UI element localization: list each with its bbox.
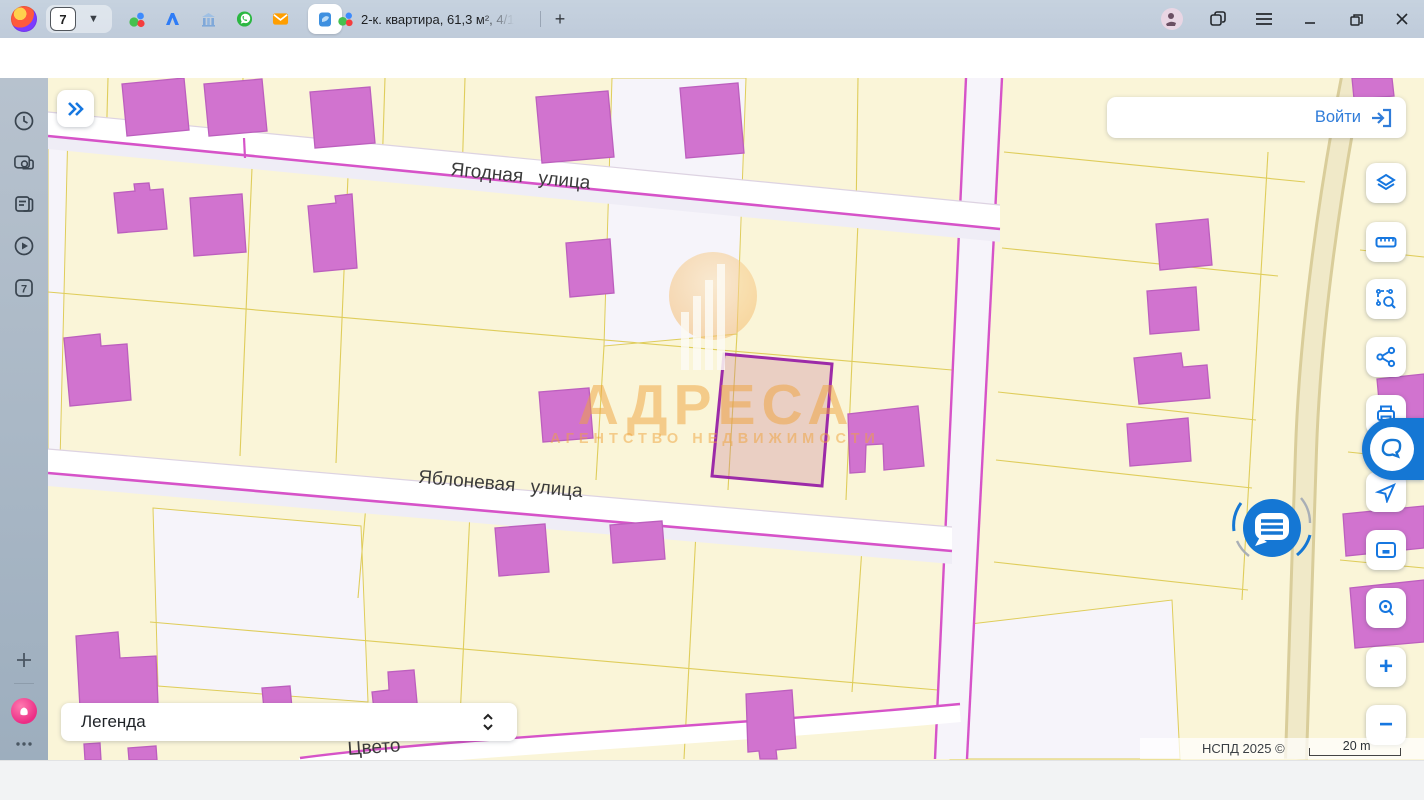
history-icon[interactable] <box>13 110 35 132</box>
watermark-subtitle: АГЕНТСТВО НЕДВИЖИМОСТИ <box>550 431 880 447</box>
measure-button[interactable] <box>1366 222 1406 262</box>
pinned-tab-yandex-services-icon[interactable] <box>128 11 145 28</box>
side-widget-button[interactable] <box>1362 418 1424 480</box>
profile-avatar[interactable] <box>1156 0 1188 38</box>
picture-in-picture-icon <box>1374 538 1398 562</box>
screenshot-icon[interactable] <box>13 152 35 174</box>
chat-arc <box>1301 498 1310 523</box>
new-tab-button[interactable]: + <box>548 7 572 31</box>
tab-group[interactable]: 7 ▼ <box>46 5 112 33</box>
legend-panel[interactable]: Легенда <box>61 703 517 741</box>
pinned-tab-mail-icon[interactable] <box>272 11 289 28</box>
restore-button[interactable] <box>1340 0 1372 38</box>
collapse-expand-icon[interactable] <box>481 710 495 734</box>
scale-bar: 20 m <box>1307 739 1407 758</box>
watermark-title: АДРЕСА <box>578 373 855 437</box>
tab-group-badge[interactable]: 7 <box>50 7 76 31</box>
widget-circle <box>1370 427 1414 471</box>
plus-icon: + <box>1379 653 1393 681</box>
nspd-favicon-icon <box>317 11 334 28</box>
login-panel[interactable]: Войти <box>1107 97 1406 138</box>
sidebar-divider <box>14 683 34 684</box>
browser-toolbar: Я nspd.gov.ru НСПД | Геоинформационный п… <box>0 38 1424 78</box>
minus-icon: − <box>1379 711 1393 739</box>
pinned-tab-a-icon[interactable] <box>164 11 181 28</box>
ruler-icon <box>1374 230 1398 254</box>
add-panel-icon[interactable] <box>13 649 35 671</box>
tab-panel-icon[interactable] <box>1202 0 1234 38</box>
browser-side-panel: 7 <box>0 78 48 760</box>
share-icon <box>1375 346 1397 368</box>
feed-icon[interactable] <box>13 193 35 215</box>
layers-button[interactable] <box>1366 163 1406 203</box>
map-attribution: НСПД 2025 © 20 m <box>1140 738 1424 759</box>
browser-logo-icon[interactable] <box>11 6 37 32</box>
login-icon <box>1370 108 1392 128</box>
alice-assistant-icon[interactable] <box>11 698 37 724</box>
map-viewport[interactable]: АДРЕСА АГЕНТСТВО НЕДВИЖИМОСТИ Ягодная ул… <box>48 78 1424 760</box>
svg-text:7: 7 <box>21 284 27 296</box>
chat-arc <box>1234 503 1241 531</box>
attribution-text: НСПД 2025 © <box>1202 741 1285 756</box>
layers-icon <box>1374 171 1398 195</box>
sidebar-more-icon[interactable] <box>13 733 35 755</box>
area-search-button[interactable] <box>1366 279 1406 319</box>
menu-icon[interactable] <box>1248 0 1280 38</box>
search-on-map-button[interactable] <box>1366 588 1406 628</box>
video-icon[interactable] <box>13 235 35 257</box>
windows-taskbar: Y РУС 10:49 04.07.2025 4 <box>0 760 1424 800</box>
scale-bracket <box>1309 748 1401 756</box>
browser-tab-bar: 7 ▼ 2-к. квартира, 61,3 <box>0 0 1424 38</box>
chevron-down-icon[interactable]: ▼ <box>88 13 99 25</box>
pinned-tab-whatsapp-icon[interactable] <box>236 11 253 28</box>
login-label: Войти <box>1315 108 1361 127</box>
zoom-in-button[interactable]: + <box>1366 647 1406 687</box>
pinned-tab-building-icon[interactable] <box>200 11 217 28</box>
navigate-arrow-icon <box>1375 481 1397 503</box>
tab-separator <box>540 11 541 27</box>
tab-apartment-listing[interactable]: 2-к. квартира, 61,3 м², 4/1 <box>337 0 514 38</box>
yandex-search-favicon-icon <box>337 11 353 27</box>
legend-label: Легенда <box>81 712 146 732</box>
chat-arc <box>1237 541 1249 556</box>
tab-title: 2-к. квартира, 61,3 м², 4/1 <box>361 12 514 27</box>
select-search-icon <box>1374 287 1398 311</box>
seven-apps-icon[interactable]: 7 <box>13 277 35 299</box>
expand-panel-button[interactable] <box>57 90 94 127</box>
map-canvas[interactable]: АДРЕСА АГЕНТСТВО НЕДВИЖИМОСТИ Ягодная ул… <box>48 78 1424 760</box>
close-button[interactable] <box>1386 0 1418 38</box>
desktop: 7 ▼ 2-к. квартира, 61,3 <box>0 0 1424 800</box>
minimize-button[interactable] <box>1294 0 1326 38</box>
locate-search-icon <box>1374 596 1398 620</box>
chat-widget[interactable] <box>1227 483 1317 573</box>
mini-map-button[interactable] <box>1366 530 1406 570</box>
share-button[interactable] <box>1366 337 1406 377</box>
widget-glyph-icon <box>1377 434 1407 464</box>
double-chevron-right-icon <box>66 101 86 117</box>
